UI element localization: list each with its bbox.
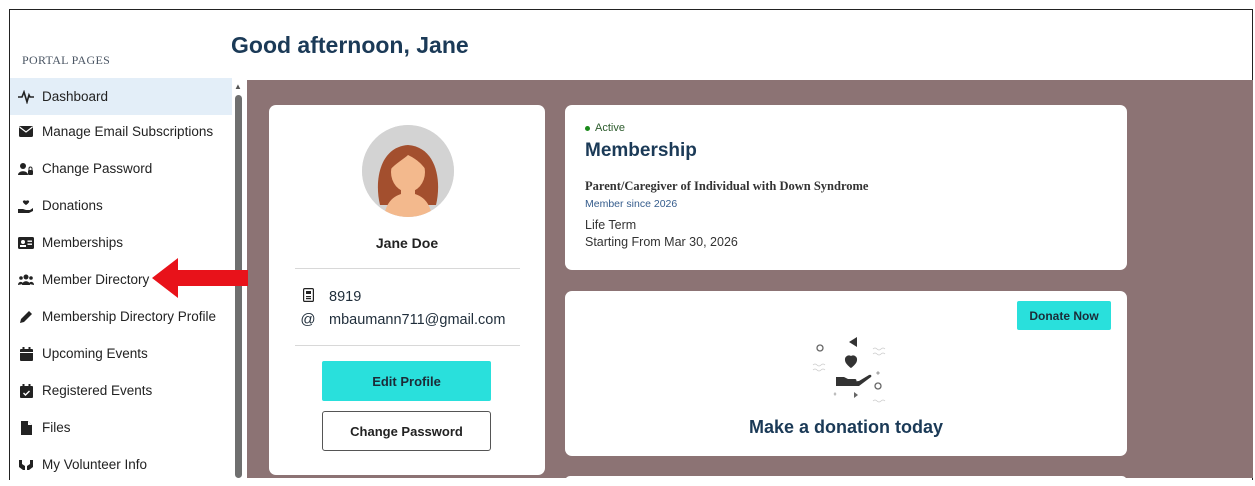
badge-icon — [299, 288, 317, 306]
sidebar-item-label: Memberships — [42, 235, 124, 250]
file-icon — [18, 420, 34, 436]
page-title: Good afternoon, Jane — [231, 32, 469, 58]
divider — [295, 268, 520, 269]
status-label: Active — [595, 122, 625, 134]
sidebar-item-label: Files — [42, 420, 71, 435]
sidebar-item-label: Member Directory — [42, 272, 150, 287]
profile-card: Jane Doe 8919 @ mbaumann711@gmail.com Ed… — [269, 105, 545, 475]
annotation-arrow-icon — [152, 258, 248, 298]
sidebar-item-directory-profile[interactable]: Membership Directory Profile — [10, 298, 232, 335]
edit-profile-button[interactable]: Edit Profile — [322, 361, 491, 401]
calendar-icon — [18, 346, 34, 362]
sidebar-item-files[interactable]: Files — [10, 409, 232, 446]
membership-start: Starting From Mar 30, 2026 — [585, 235, 738, 249]
profile-name: Jane Doe — [375, 235, 439, 251]
envelope-icon — [18, 124, 34, 140]
sidebar-item-label: Membership Directory Profile — [42, 309, 217, 324]
hand-holding-icon — [18, 198, 34, 214]
sidebar-item-upcoming-events[interactable]: Upcoming Events — [10, 335, 232, 372]
hands-icon — [18, 457, 34, 473]
id-card-icon — [18, 235, 34, 251]
member-id-row: 8919 — [299, 288, 361, 306]
sidebar-heading: PORTAL PAGES — [22, 53, 111, 67]
at-sign-icon: @ — [300, 311, 316, 328]
dashboard-main: Jane Doe 8919 @ mbaumann711@gmail.com Ed… — [247, 80, 1253, 486]
change-password-button[interactable]: Change Password — [322, 411, 491, 451]
sidebar-item-registered-events[interactable]: Registered Events — [10, 372, 232, 409]
calendar-check-icon — [18, 383, 34, 399]
donate-now-button[interactable]: Donate Now — [1017, 301, 1111, 330]
status-badge: Active — [585, 122, 625, 134]
sidebar-item-label: My Volunteer Info — [42, 457, 148, 472]
sidebar-item-change-password[interactable]: Change Password — [10, 150, 232, 187]
donation-card: Donate Now Make a donation today — [565, 291, 1127, 456]
sidebar-item-email-subscriptions[interactable]: Manage Email Subscriptions — [10, 113, 232, 150]
membership-term: Life Term — [585, 218, 637, 232]
member-id: 8919 — [329, 289, 362, 305]
sidebar-item-memberships[interactable]: Memberships — [10, 224, 232, 261]
sidebar-item-dashboard[interactable]: Dashboard — [10, 78, 232, 115]
sidebar-item-label: Registered Events — [42, 383, 153, 398]
donation-illustration-icon — [801, 329, 901, 409]
membership-title: Membership — [585, 140, 697, 161]
status-dot-icon — [585, 125, 590, 131]
sidebar-item-label: Upcoming Events — [42, 346, 148, 361]
users-icon — [18, 272, 34, 288]
scroll-up-arrow-icon[interactable]: ▲ — [234, 82, 242, 91]
sidebar-item-label: Donations — [42, 198, 103, 213]
member-since: Member since 2026 — [585, 198, 678, 210]
email-row: @ mbaumann711@gmail.com — [299, 311, 505, 328]
pencil-icon — [18, 309, 34, 325]
avatar — [362, 125, 454, 217]
sidebar-item-label: Dashboard — [42, 89, 109, 104]
sidebar-item-label: Manage Email Subscriptions — [42, 124, 214, 139]
user-lock-icon — [18, 161, 34, 177]
profile-email: mbaumann711@gmail.com — [329, 311, 506, 328]
membership-card: Active Membership Parent/Caregiver of In… — [565, 105, 1127, 270]
sidebar-item-donations[interactable]: Donations — [10, 187, 232, 224]
membership-type: Parent/Caregiver of Individual with Down… — [585, 179, 869, 193]
sidebar-item-volunteer-info[interactable]: My Volunteer Info — [10, 446, 232, 483]
pulse-icon — [18, 89, 34, 105]
divider — [295, 345, 520, 346]
sidebar-item-label: Change Password — [42, 161, 153, 176]
donation-headline: Make a donation today — [748, 417, 944, 437]
